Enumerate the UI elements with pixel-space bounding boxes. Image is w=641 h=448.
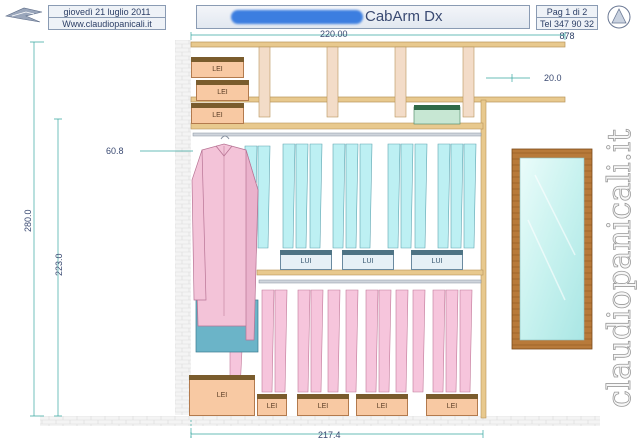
watermark-text: claudiopanicali.it [600,129,638,408]
dimension-rail-height: 60.8 [106,146,124,156]
middle-shelf [256,269,484,276]
dimension-bottom-width: 217.4 [318,430,341,440]
shelf-post [394,46,407,118]
top-shelf [190,41,566,48]
lei-box: LEI [191,57,244,78]
lui-box: LUI [342,250,394,270]
mirror-glass [519,157,585,341]
shelf-post [462,46,475,118]
lei-box: LEI [189,375,255,416]
shelf-post [326,46,339,118]
lei-box: LEI [356,394,408,416]
lei-box: LEI [426,394,478,416]
dimension-inner-height: 223.0 [54,253,64,276]
upper-rail [192,132,482,137]
shelf-post [258,46,271,118]
right-upright [480,99,487,419]
lui-box: LUI [411,250,463,270]
floor [40,416,600,426]
dimension-shelf-gap: 20.0 [544,73,562,83]
lower-shirts [229,289,473,393]
lei-box: LEI [196,80,249,101]
upper-shirts [244,143,477,249]
wardrobe-drawing [30,32,600,438]
dimension-top-width: 220.00 [320,29,348,39]
hanging-shirt [191,135,259,353]
lui-box: LUI [280,250,332,270]
watermark: claudiopanicali.it [600,30,640,418]
dimension-total-height: 280.0 [23,209,33,232]
lei-box: LEI [191,103,244,124]
lei-box: LEI [257,394,287,416]
left-wall [175,40,191,415]
lei-box: LEI [297,394,349,416]
lower-rail [258,279,482,284]
